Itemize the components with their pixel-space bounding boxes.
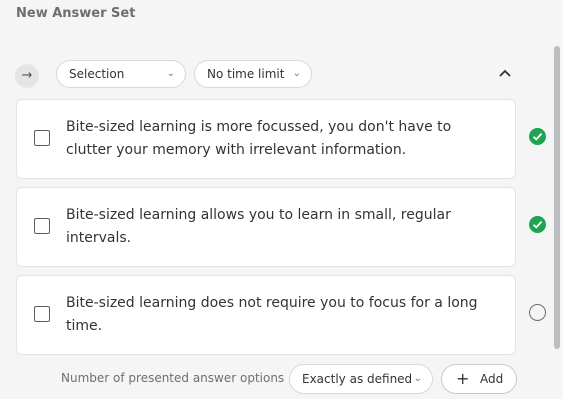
presented-options-value: Exactly as defined	[302, 372, 413, 386]
add-answer-button[interactable]: + Add	[441, 364, 517, 394]
correct-check-icon[interactable]	[529, 216, 546, 233]
question-type-dropdown[interactable]: Selection ⌄	[56, 60, 186, 88]
answer-checkbox[interactable]	[34, 130, 50, 146]
answer-text[interactable]: Bite-sized learning allows you to learn …	[66, 204, 496, 250]
plus-icon: +	[456, 369, 470, 388]
correct-check-icon[interactable]	[529, 128, 546, 145]
answer-text[interactable]: Bite-sized learning does not require you…	[66, 292, 496, 338]
time-limit-dropdown[interactable]: No time limit ⌄	[194, 60, 312, 88]
chevron-down-icon: ⌄	[413, 373, 422, 384]
add-answer-label: Add	[480, 372, 504, 386]
answer-set-title: New Answer Set	[16, 6, 136, 21]
question-type-value: Selection	[69, 67, 125, 81]
arrow-right-icon[interactable]: →	[15, 64, 39, 88]
presented-options-label: Number of presented answer options	[61, 371, 285, 385]
answer-set-toolbar: → Selection ⌄ No time limit ⌄	[0, 60, 563, 90]
answer-checkbox[interactable]	[34, 306, 50, 322]
answer-option: Bite-sized learning is more focussed, yo…	[16, 99, 516, 179]
chevron-down-icon: ⌄	[292, 68, 301, 79]
answer-text[interactable]: Bite-sized learning is more focussed, yo…	[66, 116, 496, 162]
presented-options-dropdown[interactable]: Exactly as defined ⌄	[289, 364, 433, 394]
time-limit-value: No time limit	[207, 67, 285, 81]
incorrect-circle-icon[interactable]	[529, 304, 546, 321]
chevron-down-icon: ⌄	[166, 68, 175, 79]
answer-checkbox[interactable]	[34, 218, 50, 234]
scrollbar[interactable]	[554, 46, 560, 349]
answer-option: Bite-sized learning does not require you…	[16, 275, 516, 355]
answer-option: Bite-sized learning allows you to learn …	[16, 187, 516, 267]
chevron-up-icon[interactable]	[496, 62, 514, 84]
